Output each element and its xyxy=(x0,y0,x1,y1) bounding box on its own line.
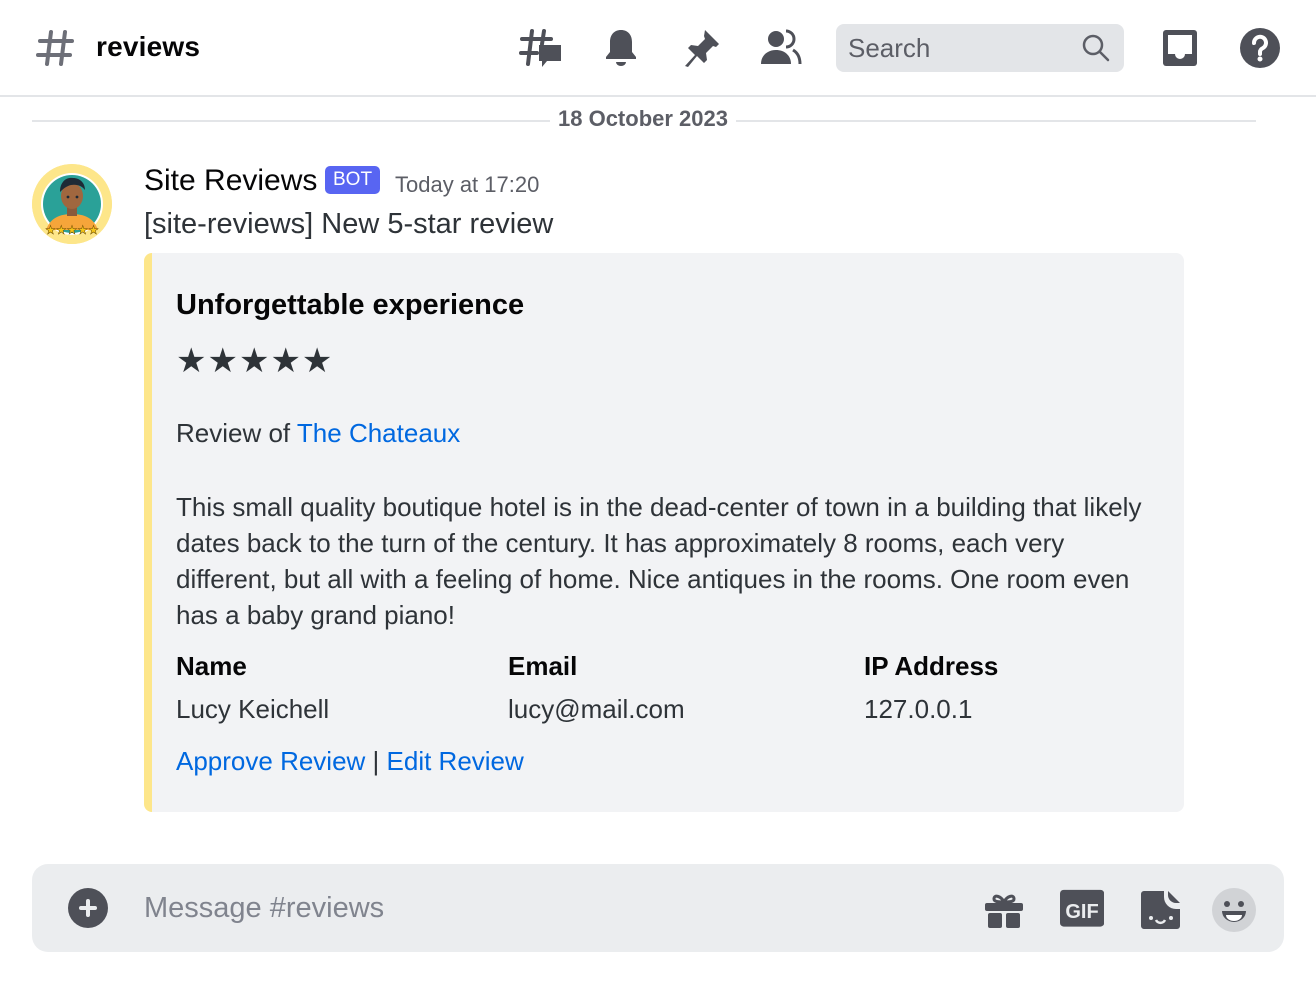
field-value: lucy@mail.com xyxy=(508,694,685,724)
field-ip-address: IP Address 127.0.0.1 xyxy=(864,651,998,725)
review-of: Review of The Chateaux xyxy=(176,418,460,449)
bot-badge: BOT xyxy=(325,166,381,194)
field-value: 127.0.0.1 xyxy=(864,694,973,724)
emoji-icon[interactable] xyxy=(1212,888,1256,932)
message-timestamp: Today at 17:20 xyxy=(395,172,540,197)
review-of-link[interactable]: The Chateaux xyxy=(297,418,460,448)
message-text: [site-reviews] New 5-star review xyxy=(144,208,554,240)
gif-icon[interactable]: GIF xyxy=(1060,888,1105,932)
bell-icon[interactable] xyxy=(599,26,643,70)
search-input[interactable]: Search xyxy=(836,24,1124,72)
field-email: Email lucy@mail.com xyxy=(508,651,685,725)
inbox-icon[interactable] xyxy=(1158,26,1202,70)
embed-title: Unforgettable experience xyxy=(176,289,525,321)
field-name: Name Lucy Keichell xyxy=(176,651,329,725)
date-divider-label: 18 October 2023 xyxy=(550,106,736,132)
review-embed: Unforgettable experience ★★★★★ Review of… xyxy=(144,253,1184,812)
field-label: Email xyxy=(508,651,578,681)
svg-text:GIF: GIF xyxy=(1065,901,1098,923)
svg-text:★★★★★: ★★★★★ xyxy=(45,223,99,237)
message-author[interactable]: Site Reviews xyxy=(144,164,317,198)
field-value: Lucy Keichell xyxy=(176,694,330,724)
review-body: This small quality boutique hotel is in … xyxy=(176,492,1142,630)
threads-icon[interactable] xyxy=(519,26,563,70)
attach-plus-button[interactable] xyxy=(68,888,108,928)
star-rating: ★★★★★ xyxy=(176,342,334,380)
gift-icon[interactable] xyxy=(982,888,1026,932)
channel-name: reviews xyxy=(96,31,201,62)
action-separator: | xyxy=(365,746,387,776)
avatar[interactable]: ★★★★★ xyxy=(32,164,112,244)
message-input[interactable] xyxy=(144,888,944,928)
embed-actions: Approve Review | Edit Review xyxy=(176,746,524,777)
approve-review-link[interactable]: Approve Review xyxy=(176,746,365,776)
search-icon xyxy=(1082,34,1110,62)
review-of-prefix: Review of xyxy=(176,418,297,448)
message-composer: GIF xyxy=(32,864,1284,952)
hash-icon xyxy=(34,26,78,70)
pin-icon[interactable] xyxy=(679,26,723,70)
field-label: Name xyxy=(176,651,247,681)
search-placeholder: Search xyxy=(848,32,931,63)
sticker-icon[interactable] xyxy=(1138,888,1182,932)
field-label: IP Address xyxy=(864,651,999,681)
help-icon[interactable] xyxy=(1238,26,1282,70)
members-icon[interactable] xyxy=(759,26,803,70)
channel-header: reviews Search xyxy=(0,0,1316,97)
edit-review-link[interactable]: Edit Review xyxy=(387,746,524,776)
